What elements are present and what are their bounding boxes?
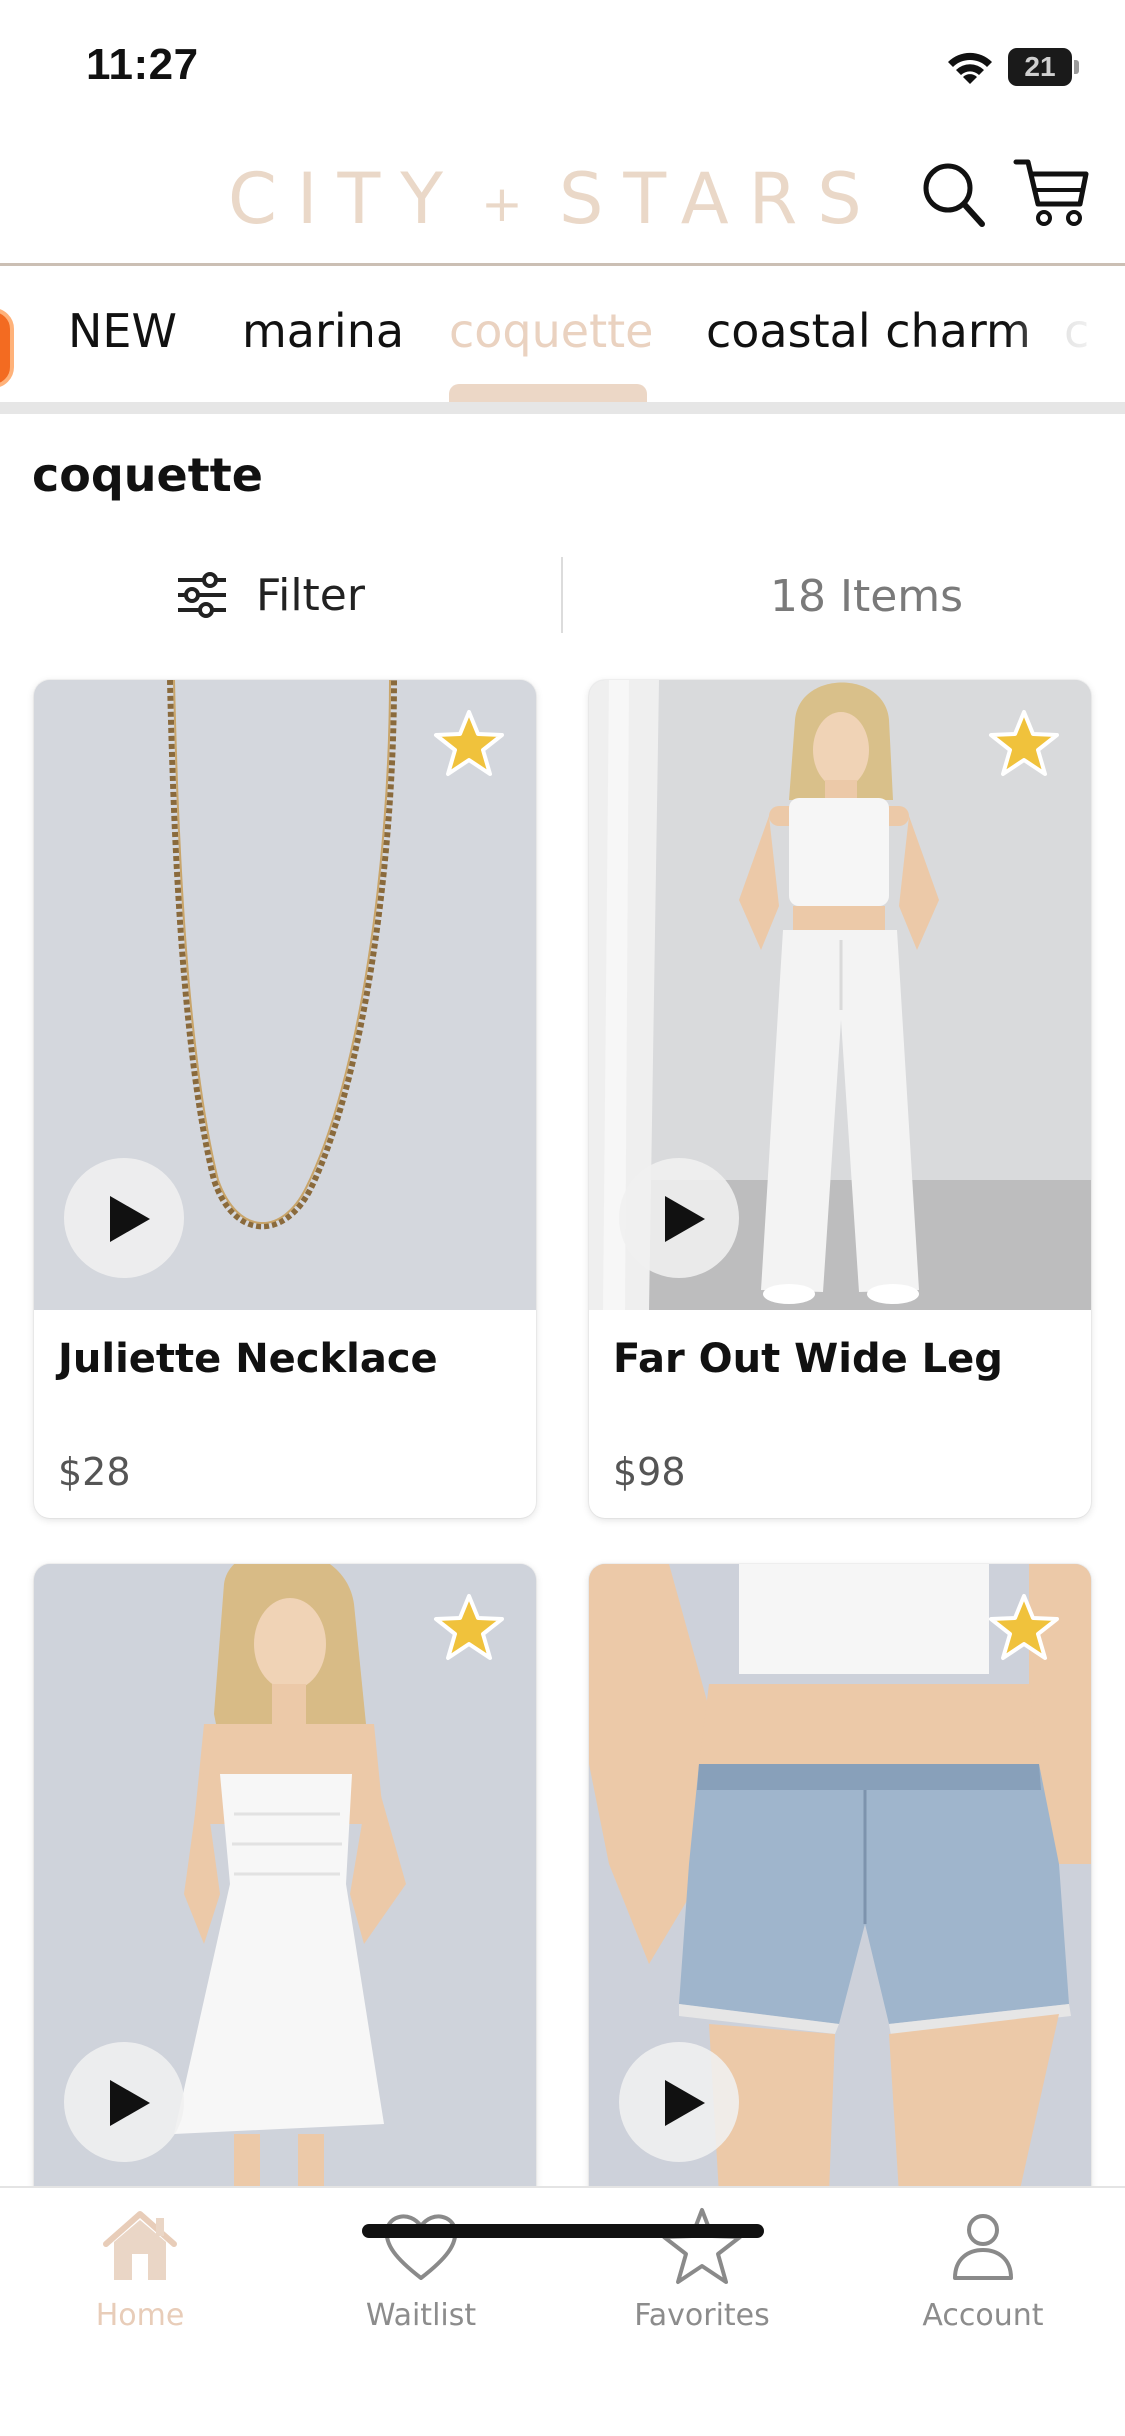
play-icon [665,1196,705,1242]
star-icon[interactable] [987,1592,1061,1662]
search-icon[interactable] [918,158,988,230]
items-count: 18 Items [770,571,964,622]
play-icon [110,2080,150,2126]
play-video-button[interactable] [64,2042,184,2162]
person-icon [953,2214,1013,2280]
play-video-button[interactable] [619,1158,739,1278]
brand-left: CITY [228,158,464,240]
product-card[interactable]: Juliette Necklace $28 [34,680,536,1518]
page-title: coquette [32,448,263,502]
product-card[interactable] [589,1564,1091,2204]
star-icon [662,2208,742,2284]
battery-indicator: 21 [1008,48,1080,86]
nav-account[interactable]: Account [883,2206,1083,2356]
cart-icon[interactable] [1012,154,1090,230]
home-indicator [362,2224,764,2238]
battery-level: 21 [1024,51,1056,82]
product-card[interactable]: Far Out Wide Leg $98 [589,680,1091,1518]
star-icon[interactable] [987,708,1061,778]
nav-label: Account [922,2298,1044,2333]
brand-right: STARS [558,158,882,240]
home-icon [103,2211,177,2280]
battery-cap [1074,60,1079,74]
filter-row: Filter 18 Items [0,555,1125,635]
active-tab-indicator [449,384,647,402]
star-icon[interactable] [432,1592,506,1662]
play-video-button[interactable] [619,2042,739,2162]
tab-new[interactable]: NEW [68,304,177,358]
category-tabs: NEW marina coquette coastal charm c [0,270,1125,402]
brand-plus: + [481,174,523,233]
status-time: 11:27 [86,40,199,89]
product-price: $28 [58,1450,131,1494]
filter-divider [561,557,563,633]
tab-marina[interactable]: marina [242,304,404,358]
nav-home[interactable]: Home [40,2206,240,2356]
filter-button[interactable]: Filter [174,555,365,635]
filter-label: Filter [256,569,365,621]
status-bar: 11:27 21 [0,0,1125,130]
play-video-button[interactable] [64,1158,184,1278]
product-price: $98 [613,1450,686,1494]
nav-label: Favorites [634,2298,770,2333]
product-image[interactable] [34,1564,536,2194]
play-icon [110,1196,150,1242]
product-image[interactable] [34,680,536,1310]
sliders-icon [178,572,226,618]
nav-label: Home [95,2298,185,2333]
nav-label: Waitlist [365,2298,477,2333]
category-badge[interactable] [0,308,14,388]
tabs-divider [0,402,1125,414]
app-header: CITY + STARS [0,130,1125,266]
product-image[interactable] [589,1564,1091,2194]
product-name[interactable]: Juliette Necklace [58,1336,438,1382]
tabs-fade [1005,270,1125,402]
wifi-icon [948,52,992,84]
product-card[interactable] [34,1564,536,2204]
product-image[interactable] [589,680,1091,1310]
star-icon[interactable] [432,708,506,778]
bottom-nav: Home Waitlist Favorites Account [0,2186,1125,2436]
tab-coquette[interactable]: coquette [449,304,653,358]
heart-icon [384,2214,458,2280]
play-icon [665,2080,705,2126]
tab-coastal-charm[interactable]: coastal charm [706,304,1031,358]
product-name[interactable]: Far Out Wide Leg [613,1336,1003,1382]
brand-logo[interactable]: CITY + STARS [228,158,882,240]
